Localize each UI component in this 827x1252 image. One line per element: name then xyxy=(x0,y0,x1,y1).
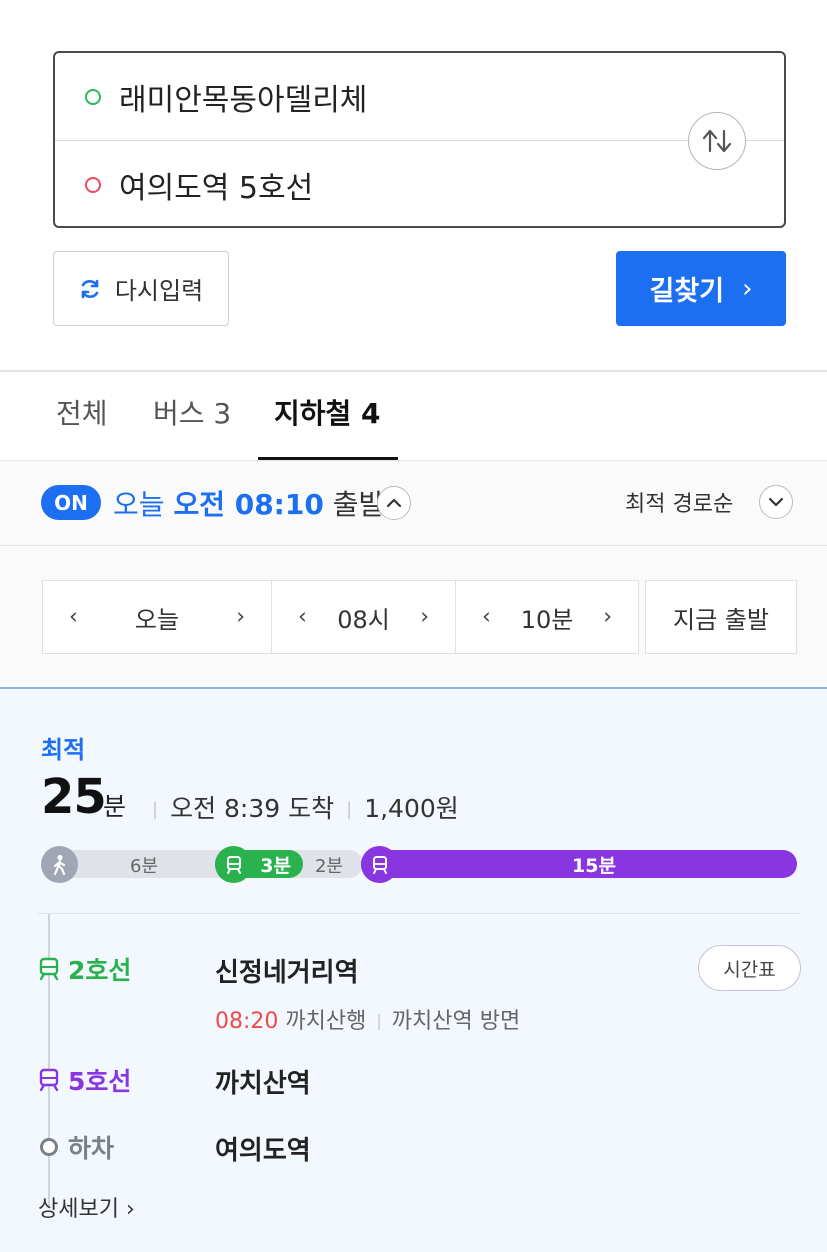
fare: 1,400원 xyxy=(364,794,459,823)
departure-day: 오늘 xyxy=(113,488,165,521)
minute-next-button[interactable]: › xyxy=(603,605,612,630)
train-platform: 까치산역 방면 xyxy=(391,1009,521,1034)
walk-icon xyxy=(41,846,78,883)
day-next-button[interactable]: › xyxy=(236,605,245,630)
train-time: 08:20 xyxy=(215,1009,279,1034)
walk-duration: 6분 xyxy=(130,856,159,877)
find-route-label: 길찾기 xyxy=(649,276,725,307)
day-prev-button[interactable]: ‹ xyxy=(69,605,78,630)
step-line-label: 2호선 xyxy=(68,956,132,985)
route-search-box: 래미안목동아델리체 여의도역 5호선 xyxy=(53,51,786,228)
reset-input-label: 다시입력 xyxy=(114,277,204,305)
transfer-station: 까치산역 xyxy=(215,1069,311,1099)
section-divider xyxy=(0,370,827,372)
train-info: 08:20 까치산행 | 까치산역 방면 xyxy=(215,1003,520,1035)
view-details-label: 상세보기 xyxy=(38,1197,119,1222)
reset-input-button[interactable]: 다시입력 xyxy=(53,251,229,326)
transfer-duration: 2분 xyxy=(315,856,344,877)
timetable-button[interactable]: 시간표 xyxy=(698,945,801,991)
refresh-icon xyxy=(81,279,99,298)
sort-dropdown-button[interactable] xyxy=(759,485,793,519)
collapse-time-button[interactable] xyxy=(377,486,411,520)
minute-value: 10분 xyxy=(520,605,574,634)
departure-time: 오전 08:10 xyxy=(173,488,324,521)
step-line-2: 2호선 xyxy=(38,951,131,987)
subway-icon xyxy=(361,846,398,883)
origin-marker-icon xyxy=(85,89,101,105)
chevron-up-icon xyxy=(386,498,402,508)
chevron-right-icon: › xyxy=(742,273,753,304)
best-route-badge: 최적 xyxy=(41,736,86,764)
find-route-button[interactable]: 길찾기 › xyxy=(616,251,786,326)
swap-button[interactable] xyxy=(688,112,746,170)
train-direction: 까치산행 xyxy=(285,1009,367,1034)
step-line-label: 5호선 xyxy=(68,1067,132,1096)
hour-prev-button[interactable]: ‹ xyxy=(298,605,307,630)
boarding-station: 신정네거리역 xyxy=(215,958,359,988)
day-value: 오늘 xyxy=(134,605,180,634)
view-details-link[interactable]: 상세보기 › xyxy=(38,1191,135,1223)
arrival-time: 오전 8:39 도착 xyxy=(170,794,335,823)
hour-selector: ‹ 08시 › xyxy=(271,580,456,654)
destination-text: 여의도역 5호선 xyxy=(119,171,314,206)
destination-marker-icon xyxy=(85,177,101,193)
swap-icon xyxy=(702,129,732,153)
sort-order-label[interactable]: 최적 경로순 xyxy=(625,486,733,518)
tab-all[interactable]: 전체 xyxy=(56,392,108,432)
tab-bus[interactable]: 버스 3 xyxy=(153,392,231,432)
day-selector: ‹ 오늘 › xyxy=(42,580,272,654)
depart-now-button[interactable]: 지금 출발 xyxy=(645,580,797,654)
origin-text: 래미안목동아델리체 xyxy=(119,83,368,118)
on-badge[interactable]: ON xyxy=(41,485,101,520)
total-duration: 25 xyxy=(41,769,107,825)
origin-field[interactable]: 래미안목동아델리체 xyxy=(55,53,784,141)
minute-selector: ‹ 10분 › xyxy=(455,580,639,654)
hour-next-button[interactable]: › xyxy=(420,605,429,630)
minute-prev-button[interactable]: ‹ xyxy=(482,605,491,630)
subway-icon xyxy=(215,846,252,883)
step-alight: 하차 xyxy=(38,1129,114,1165)
summary-separator: | xyxy=(152,799,159,820)
tab-subway[interactable]: 지하철 4 xyxy=(274,392,381,432)
subway-icon xyxy=(39,1068,59,1092)
step-line-5: 5호선 xyxy=(38,1062,131,1098)
chevron-right-icon: › xyxy=(125,1197,135,1222)
route-divider xyxy=(38,913,801,914)
chevron-down-icon xyxy=(768,497,784,507)
time-selector: ‹ 오늘 › ‹ 08시 › ‹ 10분 › 지금 출발 xyxy=(0,546,827,688)
subway-icon xyxy=(39,957,59,981)
hour-value: 08시 xyxy=(337,605,390,634)
destination-station: 여의도역 xyxy=(215,1136,311,1166)
route-result-card[interactable]: 최적 25 분 | 오전 8:39 도착 | 1,400원 6분 3분 2분 15분 xyxy=(0,689,827,1252)
step-line-label: 하차 xyxy=(68,1134,115,1163)
summary-separator: | xyxy=(346,799,353,820)
info-separator: | xyxy=(376,1011,382,1030)
duration-unit: 분 xyxy=(103,792,127,821)
destination-field[interactable]: 여의도역 5호선 xyxy=(55,141,784,229)
alight-marker-icon xyxy=(40,1138,58,1156)
line5-segment: 15분 xyxy=(361,850,797,878)
departure-time-text[interactable]: 오늘 오전 08:10 출발 xyxy=(113,483,384,523)
route-summary: | 오전 8:39 도착 | 1,400원 xyxy=(140,789,459,825)
